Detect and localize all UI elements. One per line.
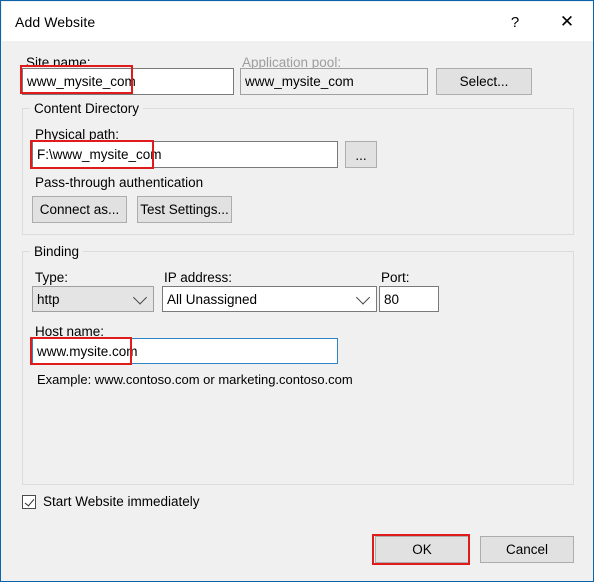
binding-title: Binding [30,244,84,259]
physical-path-input[interactable]: F:\www_mysite_com [32,141,338,168]
test-settings-button[interactable]: Test Settings... [137,196,232,223]
browse-physical-path-button[interactable]: ... [345,141,377,168]
ok-button[interactable]: OK [375,536,469,563]
physical-path-label: Physical path: [35,127,120,142]
passthrough-authentication-label: Pass-through authentication [35,175,204,190]
group-border-right [83,251,573,252]
binding-type-value: http [37,291,60,307]
chevron-down-icon [355,290,371,305]
host-name-label: Host name: [35,324,105,339]
content-directory-title: Content Directory [30,101,144,116]
cancel-button[interactable]: Cancel [480,536,574,563]
site-name-input[interactable]: www_mysite_com [22,68,234,95]
checkbox-checked-icon[interactable] [22,494,36,509]
ip-address-select[interactable]: All Unassigned [162,286,377,312]
host-name-input[interactable]: www.mysite.com [32,338,338,364]
binding-type-select[interactable]: http [32,286,154,312]
port-input[interactable]: 80 [379,286,439,312]
start-website-label: Start Website immediately [43,494,200,509]
add-website-dialog: Add Website ? ✕ Site name: www_mysite_co… [0,0,594,582]
ip-address-label: IP address: [164,270,233,285]
connect-as-button[interactable]: Connect as... [32,196,127,223]
group-border-right [138,108,573,109]
chevron-down-icon [132,290,148,305]
ip-address-value: All Unassigned [167,291,258,307]
start-website-checkbox[interactable]: Start Website immediately [22,494,200,509]
dialog-body: Site name: www_mysite_com Application po… [2,41,593,581]
port-label: Port: [381,270,410,285]
select-application-pool-button[interactable]: Select... [436,68,532,95]
application-pool-input: www_mysite_com [240,68,428,95]
title-bar: Add Website ? ✕ [2,2,593,41]
close-icon[interactable]: ✕ [546,3,588,41]
help-icon[interactable]: ? [494,3,536,41]
dialog-title: Add Website [15,14,96,30]
binding-type-label: Type: [35,270,69,285]
host-name-example-text: Example: www.contoso.com or marketing.co… [37,372,353,387]
